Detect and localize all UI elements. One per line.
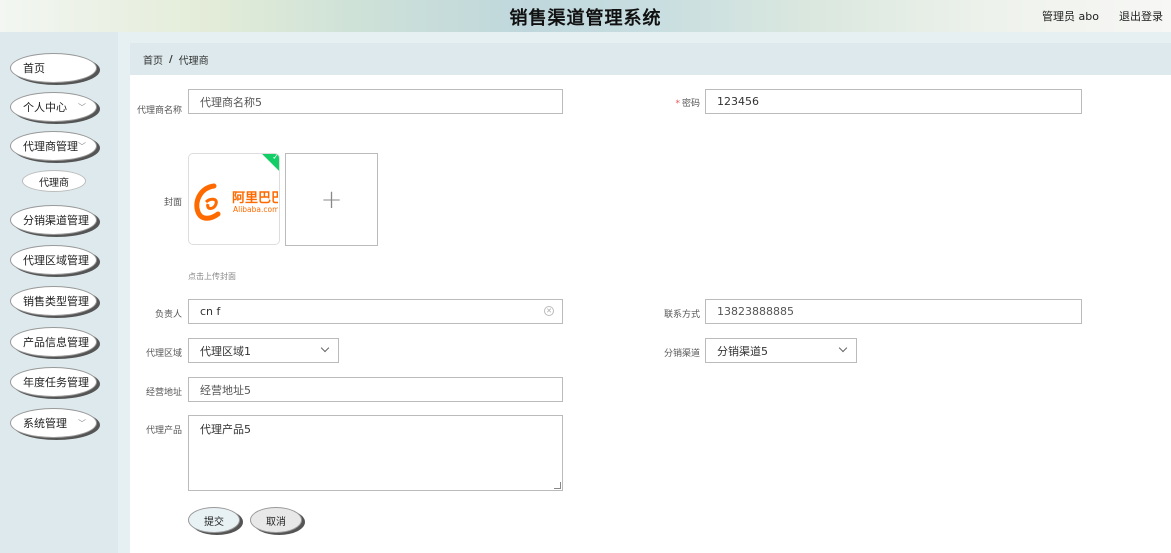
- plus-icon: +: [320, 184, 343, 215]
- upload-add-button[interactable]: +: [285, 153, 378, 246]
- product-value: 代理产品5: [200, 423, 251, 436]
- cover-label: 封面: [163, 198, 182, 208]
- sidebar-item-personal-center[interactable]: 个人中心 ﹀: [10, 92, 97, 122]
- agent-name-input[interactable]: 代理商名称5: [188, 89, 563, 114]
- channel-select[interactable]: 分销渠道5: [705, 338, 857, 363]
- cancel-button[interactable]: 取消: [250, 507, 302, 533]
- sidebar-item-label: 个人中心: [23, 101, 67, 114]
- product-label: 代理产品: [145, 426, 182, 436]
- sidebar-item-home[interactable]: 首页: [10, 53, 97, 83]
- breadcrumb-home[interactable]: 首页: [143, 52, 163, 67]
- owner-input[interactable]: cn f ✕: [188, 299, 563, 324]
- product-textarea[interactable]: 代理产品5: [188, 415, 563, 491]
- sidebar-item-label: 销售类型管理: [23, 295, 89, 308]
- password-label: * 密码: [650, 96, 700, 109]
- check-badge: ✓: [260, 153, 279, 172]
- sidebar-subitem-label: 代理商: [39, 177, 69, 189]
- sidebar-item-channel-management[interactable]: 分销渠道管理: [10, 205, 97, 235]
- sidebar-item-label: 代理区域管理: [23, 254, 89, 267]
- chevron-down-icon: [320, 343, 330, 353]
- sidebar-item-region-management[interactable]: 代理区域管理: [10, 245, 97, 275]
- alibaba-logo-icon: 阿里巴巴 Alibaba.com: [194, 183, 278, 221]
- cover-hint: 点击上传封面: [188, 272, 236, 281]
- logo-text-en: Alibaba.com: [233, 205, 278, 214]
- main-content: 首页 / 代理商 代理商名称 代理商名称5 * 密码 123456 封面 ✓ 阿里…: [130, 43, 1171, 553]
- chevron-down-icon: ﹀: [78, 103, 86, 112]
- sidebar-item-label: 产品信息管理: [23, 336, 89, 349]
- contact-value: 13823888885: [717, 305, 794, 318]
- sidebar: 首页 个人中心 ﹀ 代理商管理 ﹀ 代理商 分销渠道管理 代理区域管理 销售类型…: [0, 32, 118, 553]
- password-input[interactable]: 123456: [705, 89, 1082, 114]
- chevron-down-icon: ﹀: [78, 419, 86, 428]
- sidebar-item-product-management[interactable]: 产品信息管理: [10, 327, 97, 357]
- submit-button[interactable]: 提交: [188, 507, 240, 533]
- agent-name-label: 代理商名称: [136, 106, 182, 116]
- region-value: 代理区域1: [200, 344, 251, 358]
- chevron-down-icon: [838, 343, 848, 353]
- password-value: 123456: [717, 95, 759, 108]
- address-value: 经营地址5: [200, 383, 251, 397]
- current-user: 管理员 abo: [1042, 10, 1099, 23]
- region-label: 代理区域: [145, 349, 182, 359]
- clear-icon[interactable]: ✕: [544, 306, 554, 316]
- sidebar-item-sales-type-management[interactable]: 销售类型管理: [10, 286, 97, 316]
- chevron-down-icon: ﹀: [78, 142, 86, 151]
- sidebar-item-label: 分销渠道管理: [23, 214, 89, 227]
- cover-image-thumbnail[interactable]: ✓ 阿里巴巴 Alibaba.com: [188, 153, 280, 245]
- sidebar-item-label: 年度任务管理: [23, 376, 89, 389]
- sidebar-item-annual-task-management[interactable]: 年度任务管理: [10, 367, 97, 397]
- sidebar-item-system-management[interactable]: 系统管理 ﹀: [10, 408, 97, 438]
- submit-label: 提交: [204, 516, 224, 528]
- contact-label: 联系方式: [663, 310, 700, 320]
- logout-link[interactable]: 退出登录: [1119, 8, 1163, 24]
- logo-text-cn: 阿里巴巴: [232, 191, 278, 206]
- breadcrumb: 首页 / 代理商: [130, 43, 1171, 75]
- resize-handle[interactable]: [554, 482, 561, 489]
- cancel-label: 取消: [266, 516, 286, 528]
- sidebar-item-label: 代理商管理: [23, 140, 78, 153]
- channel-value: 分销渠道5: [717, 344, 768, 358]
- owner-value: cn f: [200, 305, 221, 318]
- channel-label: 分销渠道: [663, 349, 700, 359]
- owner-label: 负责人: [154, 310, 182, 320]
- sidebar-item-label: 系统管理: [23, 417, 67, 430]
- required-marker: *: [675, 99, 680, 109]
- password-label-text: 密码: [681, 99, 700, 109]
- header-bar: 销售渠道管理系统 管理员 abo 退出登录: [0, 0, 1171, 32]
- sidebar-item-agent-management[interactable]: 代理商管理 ﹀: [10, 131, 97, 161]
- breadcrumb-separator: /: [169, 53, 173, 65]
- check-icon: ✓: [272, 153, 279, 162]
- sidebar-item-label: 首页: [23, 62, 45, 75]
- address-input[interactable]: 经营地址5: [188, 377, 563, 402]
- address-label: 经营地址: [145, 388, 182, 398]
- breadcrumb-current: 代理商: [178, 55, 209, 67]
- app-title: 销售渠道管理系统: [509, 8, 662, 29]
- sidebar-subitem-agent[interactable]: 代理商: [22, 170, 86, 192]
- region-select[interactable]: 代理区域1: [188, 338, 339, 363]
- contact-input[interactable]: 13823888885: [705, 299, 1082, 324]
- agent-name-value: 代理商名称5: [200, 95, 262, 109]
